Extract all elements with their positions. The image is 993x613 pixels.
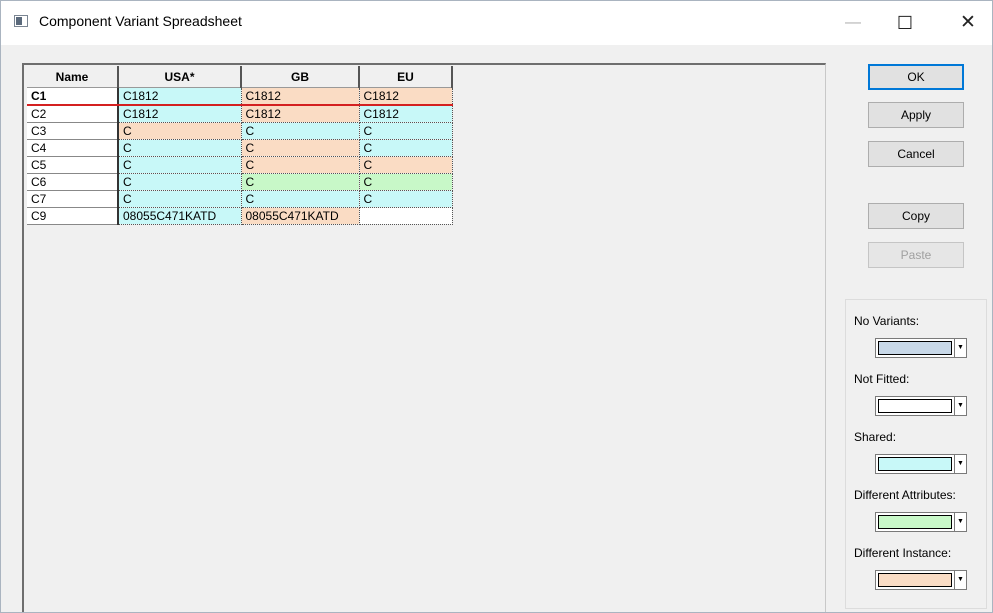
- variant-cell[interactable]: C: [241, 122, 360, 140]
- table-row: C9 08055C471KATD 08055C471KATD: [27, 207, 453, 225]
- row-name-cell[interactable]: C9: [27, 207, 119, 225]
- apply-button[interactable]: Apply: [868, 102, 964, 128]
- copy-button[interactable]: Copy: [868, 203, 964, 229]
- variant-grid: Name USA* GB EU C1 C1812 C1812 C1812 C2 C1812 C18…: [27, 66, 453, 225]
- close-button[interactable]: ✕: [945, 1, 991, 45]
- variant-cell[interactable]: C: [118, 156, 242, 174]
- color-swatch: [878, 341, 952, 355]
- variant-cell[interactable]: 08055C471KATD: [118, 207, 242, 225]
- variant-cell[interactable]: C: [118, 190, 242, 208]
- variant-cell[interactable]: C1812: [241, 87, 360, 106]
- table-row: C6 C C C: [27, 173, 453, 191]
- legend-label: Different Attributes:: [854, 488, 956, 502]
- variant-cell[interactable]: C: [359, 122, 453, 140]
- row-name-cell[interactable]: C4: [27, 139, 119, 157]
- color-legend-panel: No Variants: ▼ Not Fitted: ▼ Shared: ▼ Differe…: [845, 299, 987, 609]
- variant-cell[interactable]: C1812: [241, 105, 360, 123]
- color-picker[interactable]: ▼: [875, 570, 967, 590]
- table-row: C3 C C C: [27, 122, 453, 140]
- color-swatch: [878, 573, 952, 587]
- maximize-button[interactable]: ☐: [882, 1, 928, 45]
- variant-cell[interactable]: C: [118, 139, 242, 157]
- minimize-button[interactable]: —: [830, 1, 876, 45]
- table-row: C7 C C C: [27, 190, 453, 208]
- dropdown-arrow-icon[interactable]: ▼: [954, 571, 966, 589]
- color-picker[interactable]: ▼: [875, 512, 967, 532]
- variant-cell[interactable]: C1812: [118, 87, 242, 106]
- window-title: Component Variant Spreadsheet: [39, 13, 242, 29]
- variant-cell[interactable]: C: [118, 122, 242, 140]
- row-name-cell[interactable]: C6: [27, 173, 119, 191]
- color-picker[interactable]: ▼: [875, 454, 967, 474]
- row-name-cell[interactable]: C3: [27, 122, 119, 140]
- column-header-usa[interactable]: USA*: [118, 66, 242, 88]
- column-header-name[interactable]: Name: [27, 66, 119, 88]
- legend-label: Shared:: [854, 430, 897, 444]
- app-icon: [14, 15, 28, 27]
- variant-cell[interactable]: C: [241, 190, 360, 208]
- color-swatch: [878, 457, 952, 471]
- variant-cell[interactable]: C: [241, 139, 360, 157]
- variant-cell[interactable]: C: [241, 173, 360, 191]
- cancel-button[interactable]: Cancel: [868, 141, 964, 167]
- variant-cell[interactable]: C1812: [118, 105, 242, 123]
- table-row: C5 C C C: [27, 156, 453, 174]
- variant-cell[interactable]: C: [241, 156, 360, 174]
- variant-cell[interactable]: 08055C471KATD: [241, 207, 360, 225]
- column-header-gb[interactable]: GB: [241, 66, 360, 88]
- color-picker[interactable]: ▼: [875, 338, 967, 358]
- table-row: C4 C C C: [27, 139, 453, 157]
- legend-label: Not Fitted:: [854, 372, 910, 386]
- row-name-cell[interactable]: C2: [27, 105, 119, 123]
- dropdown-arrow-icon[interactable]: ▼: [954, 455, 966, 473]
- color-swatch: [878, 399, 952, 413]
- color-swatch: [878, 515, 952, 529]
- dropdown-arrow-icon[interactable]: ▼: [954, 513, 966, 531]
- paste-button[interactable]: Paste: [868, 242, 964, 268]
- table-row: C2 C1812 C1812 C1812: [27, 105, 453, 123]
- grid-header-row: Name USA* GB EU: [27, 66, 453, 88]
- variant-cell[interactable]: C: [118, 173, 242, 191]
- variant-cell[interactable]: C: [359, 156, 453, 174]
- variant-cell[interactable]: C: [359, 190, 453, 208]
- variant-spreadsheet[interactable]: Name USA* GB EU C1 C1812 C1812 C1812 C2 C1812 C18…: [22, 63, 826, 612]
- title-bar: Component Variant Spreadsheet — ☐ ✕: [1, 1, 992, 45]
- row-name-cell[interactable]: C7: [27, 190, 119, 208]
- dropdown-arrow-icon[interactable]: ▼: [954, 397, 966, 415]
- row-name-cell[interactable]: C1: [27, 87, 119, 106]
- legend-label: Different Instance:: [854, 546, 952, 560]
- variant-cell[interactable]: C1812: [359, 87, 453, 106]
- variant-cell[interactable]: C: [359, 173, 453, 191]
- variant-cell[interactable]: C1812: [359, 105, 453, 123]
- table-row: C1 C1812 C1812 C1812: [27, 87, 453, 106]
- dropdown-arrow-icon[interactable]: ▼: [954, 339, 966, 357]
- ok-button[interactable]: OK: [868, 64, 964, 90]
- column-header-eu[interactable]: EU: [359, 66, 453, 88]
- legend-label: No Variants:: [854, 314, 920, 328]
- color-picker[interactable]: ▼: [875, 396, 967, 416]
- dialog-window: Component Variant Spreadsheet — ☐ ✕ Name…: [0, 0, 993, 613]
- row-name-cell[interactable]: C5: [27, 156, 119, 174]
- variant-cell[interactable]: C: [359, 139, 453, 157]
- variant-cell[interactable]: [359, 207, 453, 225]
